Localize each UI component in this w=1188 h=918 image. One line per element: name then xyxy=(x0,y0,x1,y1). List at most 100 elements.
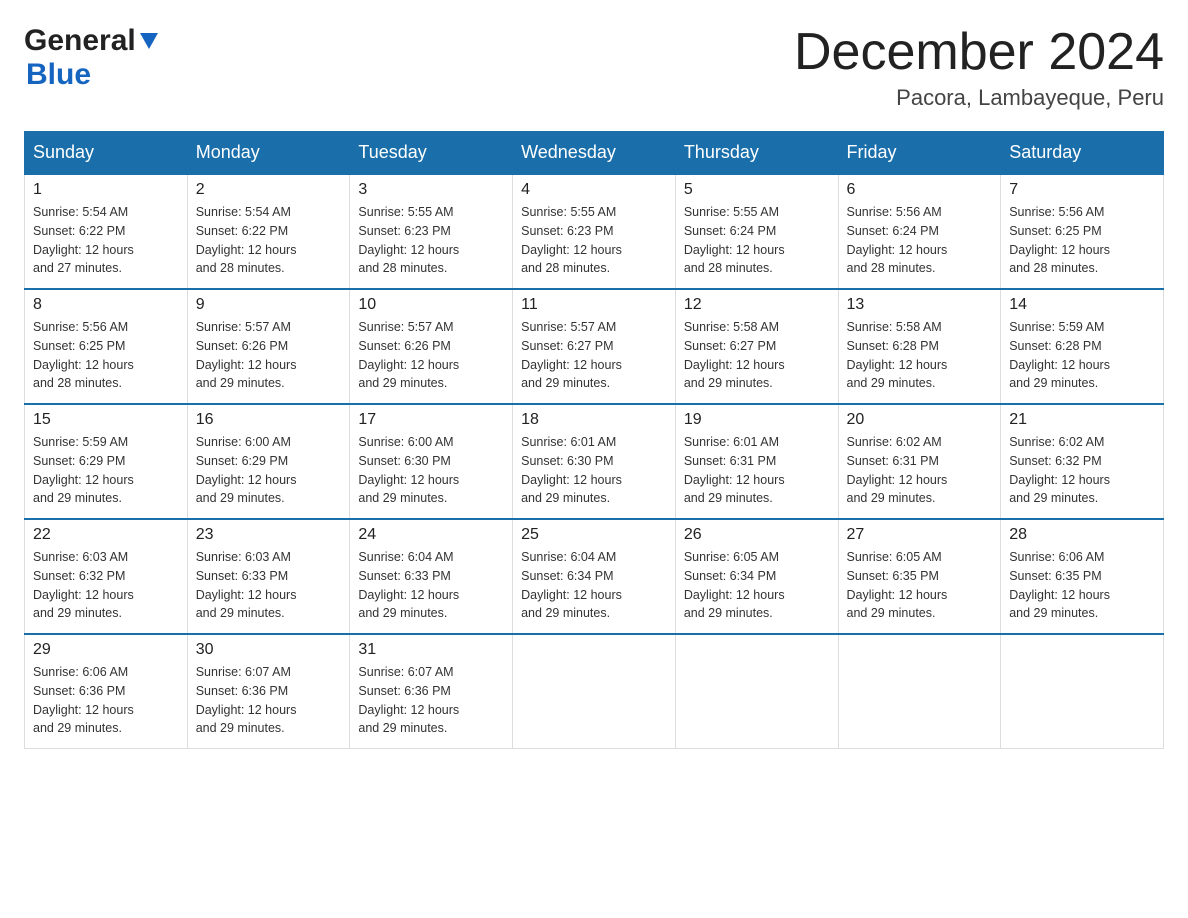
day-number: 15 xyxy=(33,411,179,429)
day-info: Sunrise: 6:06 AMSunset: 6:35 PMDaylight:… xyxy=(1009,548,1155,623)
day-info: Sunrise: 6:05 AMSunset: 6:35 PMDaylight:… xyxy=(847,548,993,623)
day-number: 3 xyxy=(358,181,504,199)
day-number: 16 xyxy=(196,411,342,429)
calendar-cell: 28 Sunrise: 6:06 AMSunset: 6:35 PMDayligh… xyxy=(1001,519,1164,634)
day-info: Sunrise: 6:01 AMSunset: 6:31 PMDaylight:… xyxy=(684,433,830,508)
logo: General Blue xyxy=(24,24,160,92)
calendar-cell: 29 Sunrise: 6:06 AMSunset: 6:36 PMDayligh… xyxy=(25,634,188,749)
day-info: Sunrise: 6:03 AMSunset: 6:32 PMDaylight:… xyxy=(33,548,179,623)
day-number: 24 xyxy=(358,526,504,544)
calendar-cell: 9 Sunrise: 5:57 AMSunset: 6:26 PMDaylight… xyxy=(187,289,350,404)
day-info: Sunrise: 6:07 AMSunset: 6:36 PMDaylight:… xyxy=(196,663,342,738)
day-info: Sunrise: 5:57 AMSunset: 6:26 PMDaylight:… xyxy=(358,318,504,393)
day-number: 5 xyxy=(684,181,830,199)
day-number: 7 xyxy=(1009,181,1155,199)
day-number: 9 xyxy=(196,296,342,314)
calendar-header-sunday: Sunday xyxy=(25,132,188,175)
location-subtitle: Pacora, Lambayeque, Peru xyxy=(794,85,1164,111)
calendar-cell: 23 Sunrise: 6:03 AMSunset: 6:33 PMDayligh… xyxy=(187,519,350,634)
calendar-week-row: 29 Sunrise: 6:06 AMSunset: 6:36 PMDayligh… xyxy=(25,634,1164,749)
calendar-cell xyxy=(513,634,676,749)
calendar-week-row: 1 Sunrise: 5:54 AMSunset: 6:22 PMDaylight… xyxy=(25,174,1164,289)
day-info: Sunrise: 6:07 AMSunset: 6:36 PMDaylight:… xyxy=(358,663,504,738)
calendar-header-tuesday: Tuesday xyxy=(350,132,513,175)
calendar-week-row: 15 Sunrise: 5:59 AMSunset: 6:29 PMDayligh… xyxy=(25,404,1164,519)
day-number: 30 xyxy=(196,641,342,659)
day-number: 19 xyxy=(684,411,830,429)
calendar-cell: 11 Sunrise: 5:57 AMSunset: 6:27 PMDayligh… xyxy=(513,289,676,404)
logo-general-text: General xyxy=(24,24,136,58)
day-info: Sunrise: 5:54 AMSunset: 6:22 PMDaylight:… xyxy=(196,203,342,278)
day-info: Sunrise: 6:03 AMSunset: 6:33 PMDaylight:… xyxy=(196,548,342,623)
calendar-cell: 2 Sunrise: 5:54 AMSunset: 6:22 PMDaylight… xyxy=(187,174,350,289)
day-info: Sunrise: 6:05 AMSunset: 6:34 PMDaylight:… xyxy=(684,548,830,623)
day-number: 2 xyxy=(196,181,342,199)
calendar-cell: 21 Sunrise: 6:02 AMSunset: 6:32 PMDayligh… xyxy=(1001,404,1164,519)
day-number: 10 xyxy=(358,296,504,314)
calendar-cell: 31Sunrise: 6:07 AMSunset: 6:36 PMDayligh… xyxy=(350,634,513,749)
day-number: 20 xyxy=(847,411,993,429)
day-info: Sunrise: 5:59 AMSunset: 6:28 PMDaylight:… xyxy=(1009,318,1155,393)
day-number: 29 xyxy=(33,641,179,659)
day-info: Sunrise: 6:06 AMSunset: 6:36 PMDaylight:… xyxy=(33,663,179,738)
calendar-header-friday: Friday xyxy=(838,132,1001,175)
day-info: Sunrise: 5:56 AMSunset: 6:25 PMDaylight:… xyxy=(1009,203,1155,278)
logo-blue-text: Blue xyxy=(26,58,91,91)
title-block: December 2024 Pacora, Lambayeque, Peru xyxy=(794,24,1164,111)
calendar-cell: 1 Sunrise: 5:54 AMSunset: 6:22 PMDaylight… xyxy=(25,174,188,289)
calendar-cell: 13Sunrise: 5:58 AMSunset: 6:28 PMDayligh… xyxy=(838,289,1001,404)
calendar-cell: 24 Sunrise: 6:04 AMSunset: 6:33 PMDayligh… xyxy=(350,519,513,634)
day-number: 25 xyxy=(521,526,667,544)
calendar-cell: 22Sunrise: 6:03 AMSunset: 6:32 PMDayligh… xyxy=(25,519,188,634)
day-info: Sunrise: 5:55 AMSunset: 6:24 PMDaylight:… xyxy=(684,203,830,278)
day-info: Sunrise: 6:02 AMSunset: 6:32 PMDaylight:… xyxy=(1009,433,1155,508)
day-info: Sunrise: 6:01 AMSunset: 6:30 PMDaylight:… xyxy=(521,433,667,508)
calendar-cell: 10 Sunrise: 5:57 AMSunset: 6:26 PMDayligh… xyxy=(350,289,513,404)
day-number: 1 xyxy=(33,181,179,199)
calendar-cell: 8 Sunrise: 5:56 AMSunset: 6:25 PMDaylight… xyxy=(25,289,188,404)
calendar-cell: 20 Sunrise: 6:02 AMSunset: 6:31 PMDayligh… xyxy=(838,404,1001,519)
day-number: 28 xyxy=(1009,526,1155,544)
calendar-cell: 3 Sunrise: 5:55 AMSunset: 6:23 PMDaylight… xyxy=(350,174,513,289)
day-info: Sunrise: 6:00 AMSunset: 6:29 PMDaylight:… xyxy=(196,433,342,508)
day-number: 4 xyxy=(521,181,667,199)
logo-arrow-icon xyxy=(138,31,160,56)
day-number: 23 xyxy=(196,526,342,544)
calendar-header-row: SundayMondayTuesdayWednesdayThursdayFrid… xyxy=(25,132,1164,175)
calendar-header-monday: Monday xyxy=(187,132,350,175)
day-info: Sunrise: 5:56 AMSunset: 6:25 PMDaylight:… xyxy=(33,318,179,393)
day-number: 26 xyxy=(684,526,830,544)
calendar-cell xyxy=(838,634,1001,749)
day-info: Sunrise: 6:02 AMSunset: 6:31 PMDaylight:… xyxy=(847,433,993,508)
calendar-cell: 6 Sunrise: 5:56 AMSunset: 6:24 PMDaylight… xyxy=(838,174,1001,289)
day-info: Sunrise: 5:55 AMSunset: 6:23 PMDaylight:… xyxy=(358,203,504,278)
calendar-cell: 19 Sunrise: 6:01 AMSunset: 6:31 PMDayligh… xyxy=(675,404,838,519)
day-info: Sunrise: 5:59 AMSunset: 6:29 PMDaylight:… xyxy=(33,433,179,508)
day-number: 14 xyxy=(1009,296,1155,314)
day-info: Sunrise: 5:57 AMSunset: 6:27 PMDaylight:… xyxy=(521,318,667,393)
day-number: 11 xyxy=(521,296,667,314)
calendar-cell: 18 Sunrise: 6:01 AMSunset: 6:30 PMDayligh… xyxy=(513,404,676,519)
day-number: 6 xyxy=(847,181,993,199)
day-info: Sunrise: 6:00 AMSunset: 6:30 PMDaylight:… xyxy=(358,433,504,508)
day-number: 12 xyxy=(684,296,830,314)
calendar-cell xyxy=(1001,634,1164,749)
calendar-header-wednesday: Wednesday xyxy=(513,132,676,175)
calendar-cell: 5 Sunrise: 5:55 AMSunset: 6:24 PMDaylight… xyxy=(675,174,838,289)
day-info: Sunrise: 5:57 AMSunset: 6:26 PMDaylight:… xyxy=(196,318,342,393)
day-number: 8 xyxy=(33,296,179,314)
calendar-cell: 25 Sunrise: 6:04 AMSunset: 6:34 PMDayligh… xyxy=(513,519,676,634)
calendar-table: SundayMondayTuesdayWednesdayThursdayFrid… xyxy=(24,131,1164,749)
day-number: 21 xyxy=(1009,411,1155,429)
day-number: 18 xyxy=(521,411,667,429)
calendar-cell: 16 Sunrise: 6:00 AMSunset: 6:29 PMDayligh… xyxy=(187,404,350,519)
calendar-cell: 30 Sunrise: 6:07 AMSunset: 6:36 PMDayligh… xyxy=(187,634,350,749)
calendar-week-row: 22Sunrise: 6:03 AMSunset: 6:32 PMDayligh… xyxy=(25,519,1164,634)
day-info: Sunrise: 5:56 AMSunset: 6:24 PMDaylight:… xyxy=(847,203,993,278)
day-info: Sunrise: 6:04 AMSunset: 6:34 PMDaylight:… xyxy=(521,548,667,623)
month-year-title: December 2024 xyxy=(794,24,1164,81)
calendar-body: 1 Sunrise: 5:54 AMSunset: 6:22 PMDaylight… xyxy=(25,174,1164,749)
day-info: Sunrise: 5:54 AMSunset: 6:22 PMDaylight:… xyxy=(33,203,179,278)
calendar-cell: 14 Sunrise: 5:59 AMSunset: 6:28 PMDayligh… xyxy=(1001,289,1164,404)
day-info: Sunrise: 6:04 AMSunset: 6:33 PMDaylight:… xyxy=(358,548,504,623)
